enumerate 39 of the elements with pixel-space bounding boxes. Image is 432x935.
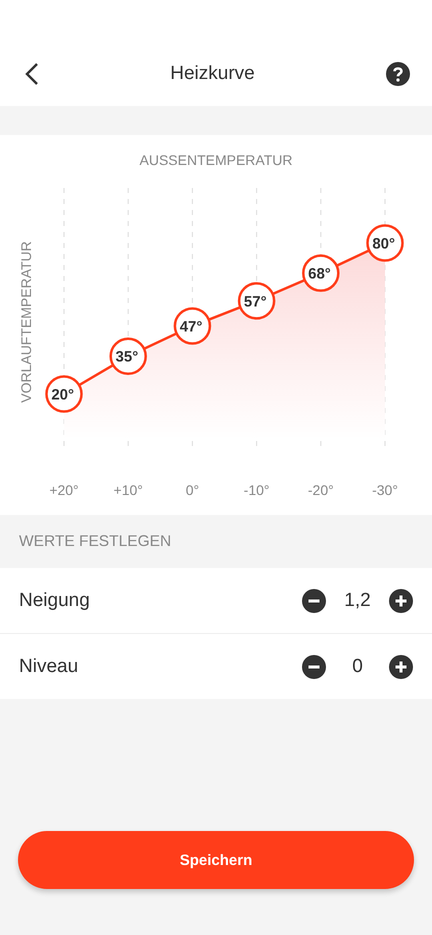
x-tick-label: 0°: [186, 482, 200, 498]
value-label: 47: [180, 318, 196, 336]
back-icon[interactable]: [25, 62, 39, 86]
y-axis-title: VORLAUFTEMPERATUR: [18, 241, 34, 403]
value-label: 20: [51, 386, 68, 404]
chart-heading: AUSSENTEMPERATUR: [140, 152, 292, 168]
data-point[interactable]: [45, 375, 83, 413]
setting-value: 0: [351, 656, 364, 678]
help-icon[interactable]: [386, 62, 410, 86]
screen-title: Heizkurve: [170, 63, 255, 85]
degree-sign: °: [196, 318, 202, 336]
value-label: 57: [244, 293, 261, 310]
minus-icon[interactable]: [302, 654, 326, 678]
save-button[interactable]: Speichern: [18, 831, 414, 889]
data-point[interactable]: [109, 338, 147, 375]
plus-icon[interactable]: [389, 654, 413, 678]
value-label: 35: [116, 348, 132, 366]
data-point[interactable]: [302, 254, 340, 292]
degree-sign: °: [389, 235, 395, 252]
data-point[interactable]: [366, 224, 404, 262]
x-tick-label: -20°: [308, 482, 334, 498]
x-tick-label: -10°: [244, 482, 270, 498]
x-tick-label: +20°: [49, 482, 79, 498]
setting-label: Neigung: [19, 590, 90, 612]
plus-icon[interactable]: [389, 588, 413, 612]
degree-sign: °: [132, 348, 138, 366]
setting-label: Niveau: [19, 656, 78, 678]
section-title: WERTE FESTLEGEN: [19, 532, 172, 550]
data-point[interactable]: [174, 307, 212, 345]
degree-sign: °: [324, 266, 331, 283]
value-label: 80: [372, 235, 389, 252]
data-point[interactable]: [238, 282, 276, 320]
value-label: 68: [308, 266, 325, 283]
minus-icon[interactable]: [302, 588, 326, 612]
x-tick-label: -30°: [372, 482, 398, 498]
degree-sign: °: [260, 293, 267, 310]
setting-value: 1,2: [343, 590, 372, 612]
x-tick-label: +10°: [114, 482, 143, 498]
degree-sign: °: [68, 386, 74, 404]
